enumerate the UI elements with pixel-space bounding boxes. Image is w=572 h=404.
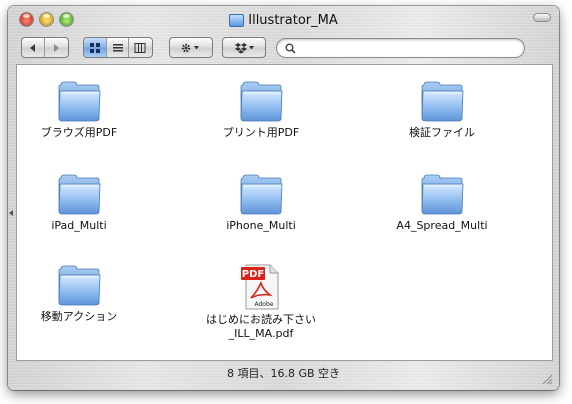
resize-notch-icon — [9, 210, 13, 216]
folder-icon — [58, 174, 101, 215]
adobe-brand-text: Adobe — [255, 301, 274, 308]
folder-item[interactable]: ブラウズ用PDF — [9, 79, 149, 140]
item-label: はじめにお読み下さい _ILL_MA.pdf — [206, 313, 316, 341]
item-label: ブラウズ用PDF — [40, 126, 118, 139]
folder-item[interactable]: iPhone_Multi — [191, 172, 331, 233]
item-label: iPad_Multi — [51, 219, 107, 232]
folder-icon — [58, 265, 101, 306]
forward-button[interactable] — [44, 38, 66, 57]
item-label: 移動アクション — [40, 310, 118, 323]
status-bar-text: 8 項目、16.8 GB 空き — [226, 367, 341, 380]
folder-icon — [240, 174, 283, 215]
list-view-icon — [112, 43, 123, 51]
folder-icon — [240, 81, 283, 122]
dropbox-icon — [235, 42, 254, 53]
list-view-button[interactable] — [106, 38, 128, 57]
forward-arrow-icon — [53, 43, 59, 52]
back-arrow-icon — [30, 43, 35, 52]
folder-icon — [58, 81, 101, 122]
toolbar-toggle-button[interactable] — [533, 13, 551, 22]
column-view-icon — [134, 42, 145, 53]
item-label: プリント用PDF — [222, 126, 300, 139]
item-label-line1: はじめにお読み下さい — [206, 313, 316, 326]
search-input[interactable] — [300, 41, 524, 55]
column-view-button[interactable] — [128, 38, 150, 57]
folder-icon — [421, 81, 464, 122]
back-forward-control — [21, 37, 69, 58]
item-label-line2: _ILL_MA.pdf — [228, 327, 294, 340]
folder-icon — [421, 174, 464, 215]
folder-icon — [229, 13, 245, 27]
search-icon — [285, 43, 296, 54]
item-label: iPhone_Multi — [226, 219, 296, 232]
icon-view-button[interactable] — [84, 38, 106, 57]
dropbox-menu-button[interactable] — [222, 37, 266, 58]
pdf-badge-text: PDF — [242, 269, 264, 280]
back-button[interactable] — [22, 38, 44, 57]
gear-icon — [181, 43, 199, 52]
view-mode-control — [83, 37, 153, 58]
window-title-text: Illustrator_MA — [248, 12, 338, 28]
search-field[interactable] — [276, 38, 525, 58]
icon-view-icon — [90, 42, 100, 53]
resize-grip-icon[interactable] — [541, 373, 553, 385]
item-label: A4_Spread_Multi — [396, 219, 488, 232]
folder-item[interactable]: iPad_Multi — [9, 172, 149, 233]
folder-item[interactable]: A4_Spread_Multi — [372, 172, 512, 233]
folder-item[interactable]: プリント用PDF — [191, 79, 331, 140]
finder-window: Illustrator_MA ブラウズ用PDF プリント用PDF 検証ファイル … — [8, 6, 559, 390]
folder-item[interactable]: 移動アクション — [9, 263, 149, 324]
action-menu-button[interactable] — [169, 37, 213, 58]
item-label: 検証ファイル — [409, 126, 475, 139]
pdf-file-item[interactable]: PDF Adobe はじめにお読み下さい _ILL_MA.pdf — [191, 263, 331, 341]
file-icon-view: ブラウズ用PDF プリント用PDF 検証ファイル iPad_Multi iPhone_M… — [16, 64, 553, 361]
folder-item[interactable]: 検証ファイル — [372, 79, 512, 140]
window-title: Illustrator_MA — [8, 10, 559, 30]
pdf-file-icon: PDF Adobe — [241, 264, 279, 310]
